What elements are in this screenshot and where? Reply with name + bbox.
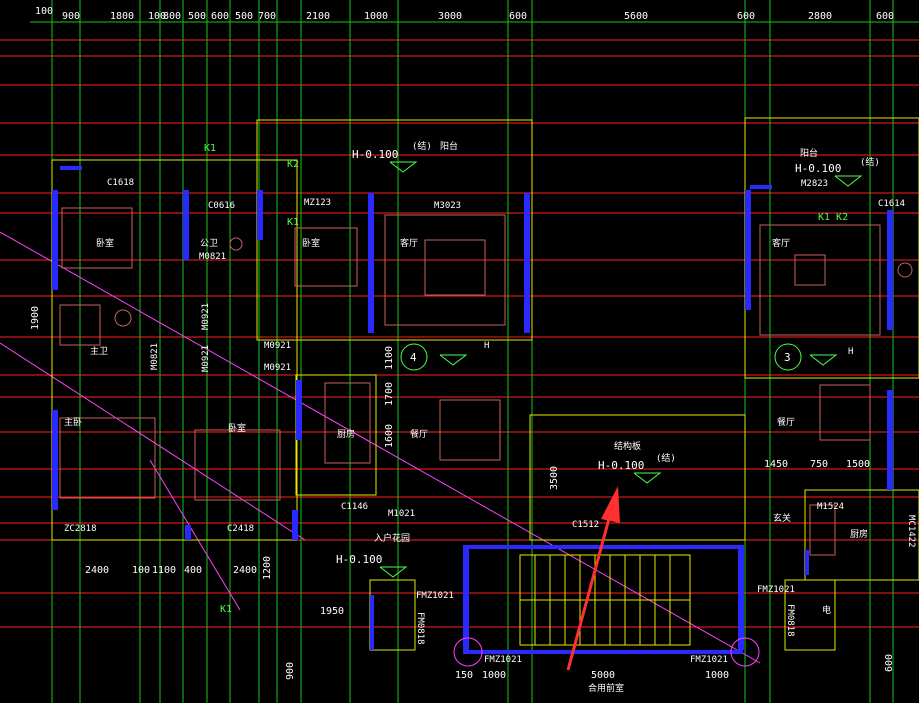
dim-bottom-1: 100: [132, 565, 150, 576]
elev-struct-mark-right: (结): [860, 156, 880, 168]
tag-k1k2: K1 K2: [818, 212, 848, 223]
elev-entry-garden: H-0.100: [336, 553, 382, 566]
tag-k1-a: K1: [204, 143, 216, 154]
elev-balcony-right: H-0.100: [795, 162, 841, 175]
room-public-bath: 公卫: [200, 238, 218, 249]
code-m1021: M1021: [388, 509, 415, 519]
dim-top-6: 600: [211, 11, 229, 22]
dim-top-7: 500: [235, 11, 253, 22]
dim-bottom-2: 1100: [152, 565, 176, 576]
dim-1950: 1950: [320, 606, 344, 617]
tag-k1-b: K1: [287, 217, 299, 228]
dim-1100: 1100: [384, 346, 395, 370]
elev-living-left: H: [484, 341, 489, 351]
elev-struct-mark-mid: (结): [656, 452, 676, 464]
cad-drawing-canvas[interactable]: 100 900 1800 100 800 500 600 500 700 210…: [0, 0, 919, 703]
dim-top-12: 600: [509, 11, 527, 22]
dim-top-15: 2800: [808, 11, 832, 22]
room-entrance: 玄关: [773, 512, 791, 524]
dim-top-13: 5600: [624, 11, 648, 22]
code-c0616: C0616: [208, 201, 235, 211]
dim-1450: 1450: [764, 459, 788, 470]
dim-1600: 1600: [384, 424, 395, 448]
dim-1500: 1500: [846, 459, 870, 470]
code-fmz1021-d: FMZ1021: [757, 585, 795, 595]
dim-top-14: 600: [737, 11, 755, 22]
code-c1618: C1618: [107, 178, 134, 188]
dim-1700: 1700: [384, 382, 395, 406]
code-m0921-v2: M0921: [201, 345, 211, 372]
tag-k1-c: K1: [220, 604, 232, 615]
canvas-background: [0, 0, 919, 703]
code-mc1422: MC1422: [906, 515, 916, 548]
code-fm0818-b: FM0818: [785, 604, 795, 637]
room-entry-garden: 入户花园: [374, 532, 410, 544]
room-elevator: 电: [822, 604, 831, 616]
dim-bottom-5: 150: [455, 670, 473, 681]
dim-left-1900: 1900: [30, 306, 41, 330]
code-m0921-h1: M0921: [264, 341, 291, 351]
elev-structural: H-0.100: [598, 459, 644, 472]
dim-top-11: 3000: [438, 11, 462, 22]
dim-top-9: 2100: [306, 11, 330, 22]
room-balcony-left: 阳台: [440, 140, 458, 152]
dim-top-10: 1000: [364, 11, 388, 22]
code-m1524: M1524: [817, 502, 844, 512]
code-m0821: M0821: [199, 252, 226, 262]
code-c2418: C2418: [227, 524, 254, 534]
code-fmz1021-b: FMZ1021: [484, 655, 522, 665]
dim-bottom-0: 2400: [85, 565, 109, 576]
axis-label-4: 4: [410, 351, 417, 364]
code-mz123: MZ123: [304, 198, 331, 208]
code-m3023: M3023: [434, 201, 461, 211]
dim-bottom-6: 1000: [482, 670, 506, 681]
room-balcony-right: 阳台: [800, 147, 818, 159]
dim-left-900: 900: [285, 662, 296, 680]
code-fmz1021-c: FMZ1021: [690, 655, 728, 665]
room-bedroom-1: 卧室: [96, 237, 114, 249]
dim-1200: 1200: [262, 556, 273, 580]
code-c1146: C1146: [341, 502, 368, 512]
room-living-right: 客厅: [772, 237, 790, 249]
code-fm0818-a: FM0818: [415, 612, 425, 645]
code-m0921-h2: M0921: [264, 363, 291, 373]
room-master-bath: 主卫: [90, 345, 108, 357]
room-living-left: 客厅: [400, 237, 418, 249]
room-dining-right: 餐厅: [777, 416, 795, 428]
room-shared-front-room: 合用前室: [588, 682, 624, 694]
dim-top-0: 100: [35, 6, 53, 17]
elev-living-right: H: [848, 347, 853, 357]
dim-top-2: 1800: [110, 11, 134, 22]
dim-bottom-4: 2400: [233, 565, 257, 576]
room-bedroom-3: 卧室: [228, 422, 246, 434]
room-structural-slab: 结构板: [614, 440, 641, 452]
dim-top-5: 500: [188, 11, 206, 22]
code-m2823: M2823: [801, 179, 828, 189]
dim-top-16: 600: [876, 11, 894, 22]
dim-750: 750: [810, 459, 828, 470]
dim-bottom-3: 400: [184, 565, 202, 576]
dim-bottom-7: 5000: [591, 670, 615, 681]
room-kitchen-left: 厨房: [337, 428, 355, 440]
dim-3500: 3500: [549, 466, 560, 490]
code-fmz1021-a: FMZ1021: [416, 591, 454, 601]
dim-bottom-8: 1000: [705, 670, 729, 681]
elev-struct-mark-left: (结): [412, 140, 432, 152]
code-m0821-vertical: M0821: [150, 343, 160, 370]
room-dining-left: 餐厅: [410, 428, 428, 440]
code-c1614: C1614: [878, 199, 905, 209]
room-kitchen-right: 厨房: [850, 528, 868, 540]
axis-label-3: 3: [784, 351, 791, 364]
dim-top-8: 700: [258, 11, 276, 22]
code-m0921-v1: M0921: [201, 303, 211, 330]
room-master-bedroom: 主卧: [64, 416, 82, 428]
dim-top-4: 800: [163, 11, 181, 22]
dim-top-1: 900: [62, 11, 80, 22]
dim-bottom-9: 600: [884, 654, 895, 672]
room-bedroom-2: 卧室: [302, 237, 320, 249]
code-zc2818: ZC2818: [64, 524, 97, 534]
code-c1512: C1512: [572, 520, 599, 530]
elev-balcony-left: H-0.100: [352, 148, 398, 161]
tag-k2-a: K2: [287, 159, 299, 170]
